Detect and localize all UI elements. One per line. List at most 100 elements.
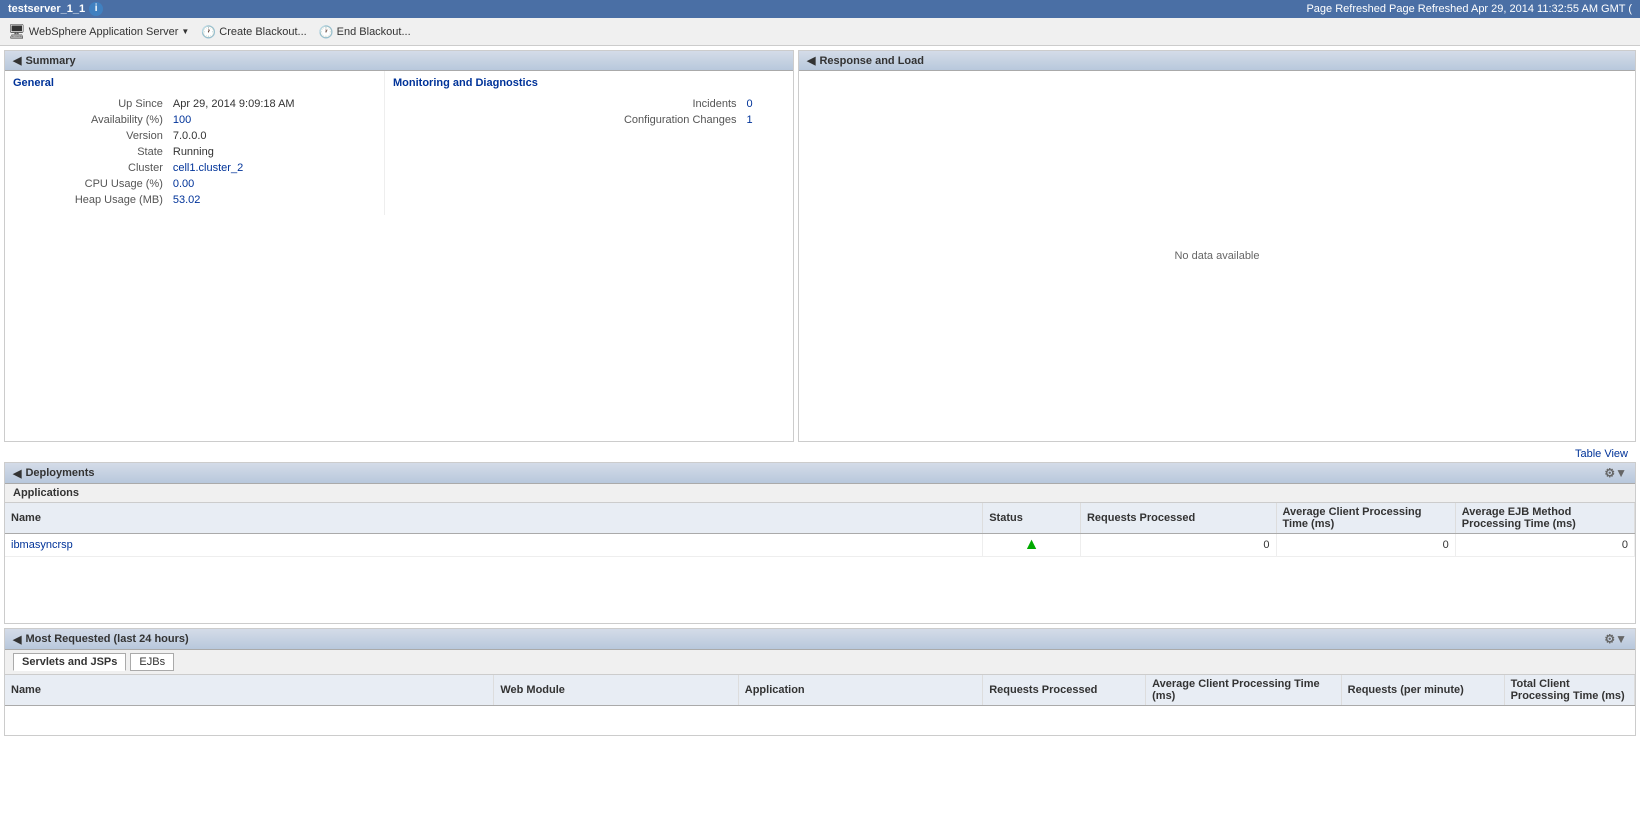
col-name: Name (5, 503, 983, 534)
col-requests: Requests Processed (1080, 503, 1276, 534)
info-icon[interactable]: i (89, 2, 103, 16)
table-view-text[interactable]: Table View (1575, 448, 1628, 460)
mr-col-name: Name (5, 675, 494, 706)
up-since-row: Up Since Apr 29, 2014 9:09:18 AM (15, 97, 374, 111)
response-load-panel: ◀ Response and Load No data available (798, 50, 1636, 442)
summary-collapse-icon[interactable]: ◀ (13, 54, 21, 67)
toolbar: 🖥 WebSphere Application Server ▼ 🕐 Creat… (0, 18, 1640, 46)
col-avg-ejb: Average EJB Method Processing Time (ms) (1455, 503, 1634, 534)
deployments-header: ◀ Deployments ⚙▼ (5, 463, 1635, 484)
state-row: State Running (15, 145, 374, 159)
cluster-row: Cluster cell1.cluster_2 (15, 161, 374, 175)
mr-col-requests: Requests Processed (983, 675, 1146, 706)
server-label: WebSphere Application Server (29, 26, 179, 38)
response-collapse-icon[interactable]: ◀ (807, 54, 815, 67)
mr-col-total-client: Total Client Processing Time (ms) (1504, 675, 1634, 706)
deployments-body: Name Status Requests Processed Average C… (5, 503, 1635, 623)
dropdown-arrow-icon: ▼ (181, 27, 189, 36)
end-blackout-button[interactable]: 🕐 End Blackout... (319, 25, 411, 39)
create-blackout-label: Create Blackout... (219, 26, 306, 38)
row-avg-client: 0 (1276, 534, 1455, 557)
up-since-value: Apr 29, 2014 9:09:18 AM (169, 97, 374, 111)
deployments-panel: ◀ Deployments ⚙▼ Applications Name Statu… (4, 462, 1636, 624)
applications-label: Applications (5, 484, 1635, 503)
table-view-link[interactable]: Table View (0, 446, 1636, 462)
response-panel-body: No data available (799, 71, 1635, 441)
heap-usage-value[interactable]: 53.02 (169, 193, 374, 207)
most-requested-collapse-icon[interactable]: ◀ (13, 633, 21, 646)
summary-body: General Up Since Apr 29, 2014 9:09:18 AM… (5, 71, 793, 215)
create-blackout-button[interactable]: 🕐 Create Blackout... (201, 25, 306, 39)
end-blackout-icon: 🕐 (319, 25, 334, 39)
refresh-timestamp: Page Refreshed Apr 29, 2014 11:32:55 AM … (1389, 3, 1632, 15)
cpu-usage-label: CPU Usage (%) (15, 177, 167, 191)
most-requested-header: ◀ Most Requested (last 24 hours) ⚙▼ (5, 629, 1635, 650)
app-title-bar: testserver_1_1 i Page Refreshed Page Ref… (0, 0, 1640, 18)
availability-row: Availability (%) 100 (15, 113, 374, 127)
cluster-label: Cluster (15, 161, 167, 175)
server-icon: 🖥 (8, 23, 26, 40)
deployments-tbody: ibmasyncrsp ▲ 0 0 0 (5, 534, 1635, 557)
deployments-table: Name Status Requests Processed Average C… (5, 503, 1635, 557)
status-up-icon: ▲ (1024, 536, 1040, 553)
summary-panel: ◀ Summary General Up Since Apr 29, 2014 … (4, 50, 794, 442)
cluster-value[interactable]: cell1.cluster_2 (169, 161, 374, 175)
tab-ejbs[interactable]: EJBs (130, 653, 174, 671)
response-title: Response and Load (819, 55, 924, 67)
mr-col-requests-per-min: Requests (per minute) (1341, 675, 1504, 706)
row-requests: 0 (1080, 534, 1276, 557)
deployments-header-left: ◀ Deployments (13, 467, 95, 480)
general-table: Up Since Apr 29, 2014 9:09:18 AM Availab… (13, 95, 376, 209)
general-header: General (13, 77, 376, 89)
monitoring-table: Incidents 0 Configuration Changes 1 (393, 95, 785, 129)
mr-col-web-module: Web Module (494, 675, 738, 706)
most-requested-table: Name Web Module Application Requests Pro… (5, 675, 1635, 706)
response-load-header: ◀ Response and Load (799, 51, 1635, 71)
most-requested-header-row: Name Web Module Application Requests Pro… (5, 675, 1635, 706)
version-value: 7.0.0.0 (169, 129, 374, 143)
mr-col-avg-client: Average Client Processing Time (ms) (1146, 675, 1342, 706)
top-row: ◀ Summary General Up Since Apr 29, 2014 … (4, 50, 1636, 442)
deployments-title: Deployments (25, 467, 94, 479)
cpu-usage-value[interactable]: 0.00 (169, 177, 374, 191)
incidents-label: Incidents (395, 97, 741, 111)
main-content: ◀ Summary General Up Since Apr 29, 2014 … (0, 50, 1640, 736)
row-name[interactable]: ibmasyncrsp (5, 534, 983, 557)
most-requested-body: Name Web Module Application Requests Pro… (5, 675, 1635, 735)
summary-title: Summary (25, 55, 75, 67)
heap-usage-label: Heap Usage (MB) (15, 193, 167, 207)
config-changes-label: Configuration Changes (395, 113, 741, 127)
tabs-bar: Servlets and JSPsEJBs (5, 650, 1635, 675)
up-since-label: Up Since (15, 97, 167, 111)
availability-value[interactable]: 100 (169, 113, 374, 127)
col-status: Status (983, 503, 1081, 534)
incidents-value[interactable]: 0 (743, 97, 784, 111)
row-avg-ejb: 0 (1455, 534, 1634, 557)
col-avg-client: Average Client Processing Time (ms) (1276, 503, 1455, 534)
config-changes-value[interactable]: 1 (743, 113, 784, 127)
websphere-server-button[interactable]: 🖥 WebSphere Application Server ▼ (8, 23, 189, 40)
version-label: Version (15, 129, 167, 143)
app-title-label: testserver_1_1 (8, 3, 85, 15)
most-requested-gear-icon[interactable]: ⚙▼ (1604, 632, 1627, 646)
app-title-text: testserver_1_1 i (8, 2, 103, 16)
state-value: Running (169, 145, 374, 159)
most-requested-panel: ◀ Most Requested (last 24 hours) ⚙▼ Serv… (4, 628, 1636, 736)
monitoring-header: Monitoring and Diagnostics (393, 77, 785, 89)
most-requested-title: Most Requested (last 24 hours) (25, 633, 188, 645)
deployments-gear-icon[interactable]: ⚙▼ (1604, 466, 1627, 480)
heap-usage-row: Heap Usage (MB) 53.02 (15, 193, 374, 207)
table-row: ibmasyncrsp ▲ 0 0 0 (5, 534, 1635, 557)
mr-col-application: Application (738, 675, 982, 706)
no-data-label: No data available (1174, 250, 1259, 262)
row-status: ▲ (983, 534, 1081, 557)
version-row: Version 7.0.0.0 (15, 129, 374, 143)
deployments-table-head: Name Status Requests Processed Average C… (5, 503, 1635, 534)
deployments-collapse-icon[interactable]: ◀ (13, 467, 21, 480)
deployments-header-row: Name Status Requests Processed Average C… (5, 503, 1635, 534)
cpu-usage-row: CPU Usage (%) 0.00 (15, 177, 374, 191)
monitoring-section: Monitoring and Diagnostics Incidents 0 C… (385, 71, 793, 215)
tab-servlets-and-jsps[interactable]: Servlets and JSPs (13, 653, 126, 671)
create-blackout-icon: 🕐 (201, 25, 216, 39)
toolbar-left: 🖥 WebSphere Application Server ▼ 🕐 Creat… (8, 23, 411, 40)
